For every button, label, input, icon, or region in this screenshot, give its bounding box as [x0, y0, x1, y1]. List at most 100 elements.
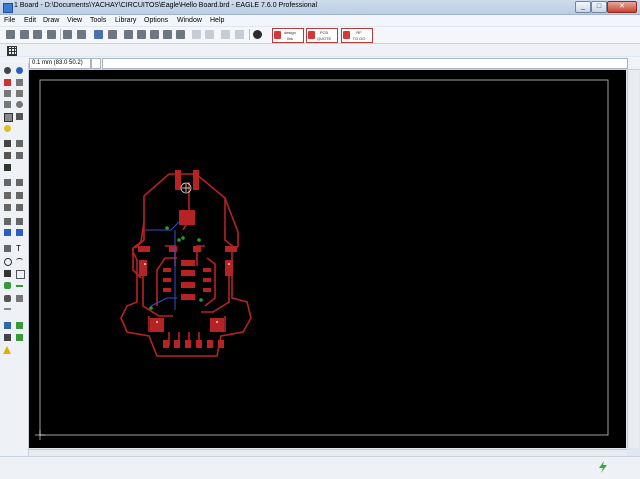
pad-header-3	[185, 340, 191, 348]
drc-icon[interactable]	[16, 334, 23, 341]
menu-view[interactable]: View	[67, 17, 82, 24]
help-icon[interactable]	[253, 30, 262, 39]
route-icon[interactable]	[4, 204, 11, 211]
via-5	[149, 306, 153, 310]
maximize-button[interactable]: □	[591, 1, 607, 13]
designlink-button[interactable]: design link	[272, 28, 304, 43]
wire-icon[interactable]	[4, 245, 11, 252]
grid-icon[interactable]	[7, 46, 17, 56]
open-icon[interactable]	[20, 30, 29, 39]
via-6	[181, 236, 185, 240]
undo-icon[interactable]	[192, 30, 201, 39]
zoom-select-icon[interactable]	[176, 30, 185, 39]
designlink-icon	[274, 31, 281, 39]
smash-icon[interactable]	[16, 179, 23, 186]
rf-to-go-button[interactable]: RF TO GO	[341, 28, 373, 43]
pcb-quote-icon	[308, 31, 315, 39]
optimize-icon[interactable]	[4, 192, 11, 199]
copy-icon[interactable]	[16, 90, 23, 97]
menu-edit[interactable]: Edit	[24, 17, 36, 24]
vertical-scrollbar[interactable]	[627, 70, 639, 448]
auto-icon[interactable]	[4, 334, 11, 341]
zoom-redraw-icon[interactable]	[163, 30, 172, 39]
rotate-icon[interactable]	[16, 101, 23, 108]
arc-icon[interactable]	[16, 258, 23, 263]
miter-icon[interactable]	[16, 192, 23, 199]
command-input[interactable]	[102, 58, 628, 69]
menu-options[interactable]: Options	[144, 17, 168, 24]
signal-icon[interactable]	[16, 285, 23, 287]
pad-header-2	[174, 340, 180, 348]
ripup-icon[interactable]	[4, 229, 11, 236]
name-icon[interactable]	[16, 204, 23, 211]
change-icon[interactable]	[4, 125, 11, 132]
display-layers-icon[interactable]	[4, 79, 11, 86]
designlink-line2: link	[286, 36, 293, 41]
close-button[interactable]: ✕	[607, 1, 637, 13]
pad-ic-right-3	[203, 288, 211, 292]
layer-selector[interactable]	[91, 58, 101, 69]
show-icon[interactable]	[16, 79, 23, 86]
pad-ic-left-3	[163, 288, 171, 292]
menu-tools[interactable]: Tools	[90, 17, 106, 24]
pcb-drawing	[35, 79, 609, 440]
split-icon[interactable]	[4, 179, 11, 186]
pad-ic-top-left	[169, 246, 177, 252]
ratsnest-icon[interactable]	[4, 322, 11, 329]
lock-icon[interactable]	[4, 164, 11, 171]
menu-draw[interactable]: Draw	[43, 17, 59, 24]
zoom-fit-icon[interactable]	[124, 30, 133, 39]
circle-icon[interactable]	[4, 258, 12, 266]
menu-library[interactable]: Library	[115, 17, 136, 24]
hole-icon[interactable]	[4, 295, 11, 302]
attribute-icon[interactable]	[16, 295, 23, 302]
script-icon[interactable]	[94, 30, 103, 39]
go-icon[interactable]	[598, 461, 608, 473]
move-icon[interactable]	[4, 90, 11, 97]
value-icon[interactable]	[16, 218, 23, 225]
text-icon[interactable]: T	[16, 245, 23, 253]
pad-ic-1	[181, 260, 195, 266]
pad-ic-right-1	[203, 268, 211, 272]
rf-to-go-icon	[343, 31, 350, 39]
bottom-trace-2	[150, 297, 177, 307]
meander-icon[interactable]	[4, 218, 11, 225]
rect-icon[interactable]	[4, 270, 11, 277]
menu-file[interactable]: File	[4, 17, 15, 24]
zoom-in-icon[interactable]	[137, 30, 146, 39]
ulp-icon[interactable]	[77, 30, 86, 39]
route-blue-icon[interactable]	[16, 229, 23, 236]
via-icon[interactable]	[4, 282, 11, 289]
save-icon[interactable]	[33, 30, 42, 39]
add-icon[interactable]	[4, 152, 11, 159]
pad-right-upper	[225, 246, 237, 252]
eagle-app-icon	[3, 3, 13, 13]
dimension-icon[interactable]	[4, 308, 11, 310]
zoom-out-icon[interactable]	[150, 30, 159, 39]
wrench-icon[interactable]	[16, 113, 23, 120]
erc-warning-icon[interactable]	[3, 346, 11, 354]
mirror-icon[interactable]	[4, 101, 11, 108]
stop-icon[interactable]	[221, 30, 230, 39]
group-icon[interactable]	[4, 113, 13, 122]
new-icon[interactable]	[6, 30, 15, 39]
replace-icon[interactable]	[16, 152, 23, 159]
menu-help[interactable]: Help	[210, 17, 224, 24]
menu-window[interactable]: Window	[177, 17, 202, 24]
board-canvas[interactable]	[29, 70, 626, 448]
board-icon[interactable]	[108, 30, 117, 39]
bottom-copper-traces	[145, 221, 180, 310]
info-icon[interactable]	[4, 67, 11, 74]
pad-left-upper	[138, 246, 150, 252]
autorouter-icon[interactable]	[16, 322, 23, 329]
delete-icon[interactable]	[4, 140, 11, 147]
polygon-icon[interactable]	[16, 270, 25, 279]
mark-icon[interactable]	[16, 67, 23, 74]
pcb-quote-button[interactable]: PCB QUOTE	[306, 28, 338, 43]
redo-icon[interactable]	[205, 30, 214, 39]
print-icon[interactable]	[47, 30, 56, 39]
minimize-button[interactable]: _	[575, 1, 591, 13]
go-toolbar-icon[interactable]	[235, 30, 244, 39]
paste-icon[interactable]	[16, 140, 23, 147]
cam-icon[interactable]	[63, 30, 72, 39]
